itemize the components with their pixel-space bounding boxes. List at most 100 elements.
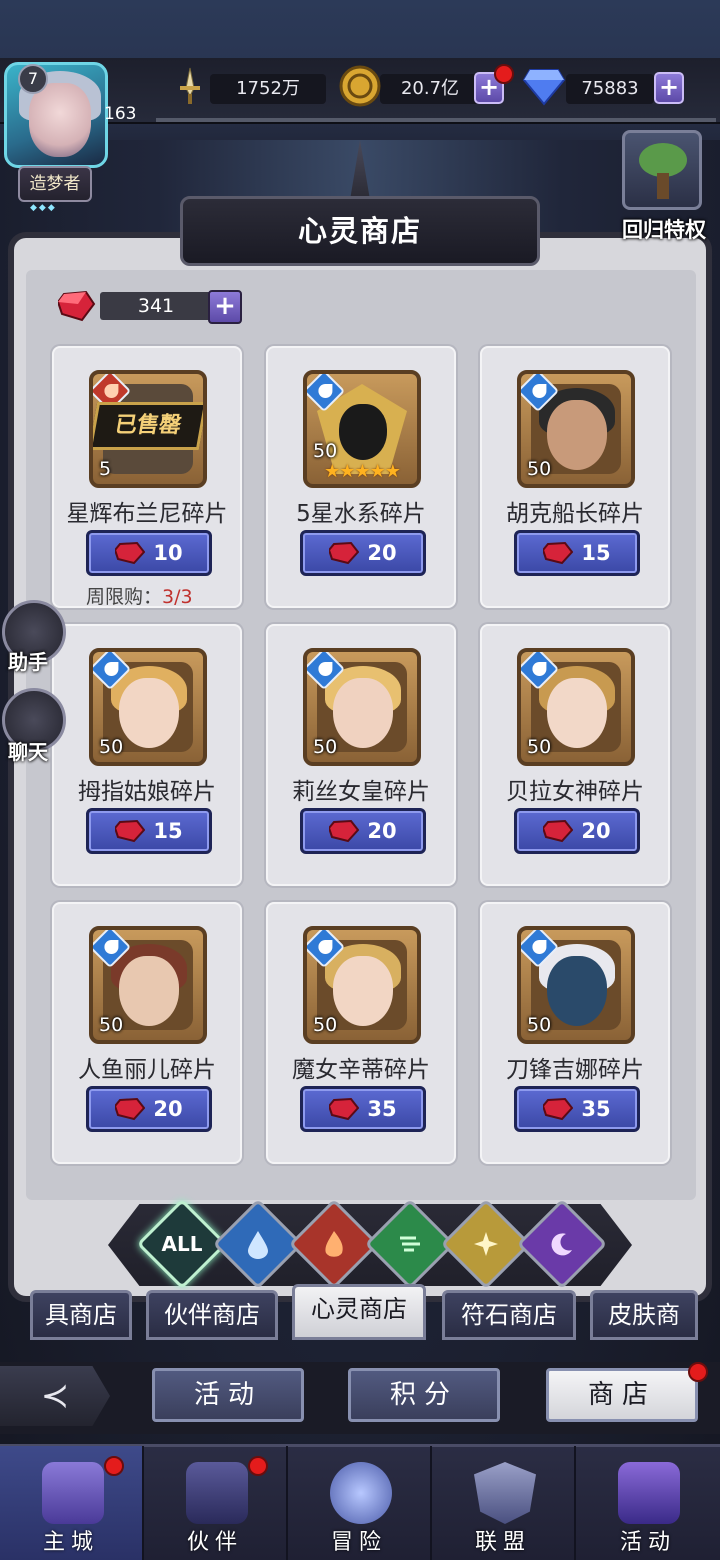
assistant-label: 助手 [8, 650, 48, 674]
item-icon: 50 [517, 926, 635, 1044]
back-arrow-icon[interactable]: ≺ [0, 1366, 110, 1426]
item-name: 贝拉女神碎片 [506, 779, 644, 805]
tab-item-shop[interactable]: 具商店 [30, 1290, 132, 1340]
item-count: 50 [313, 1014, 338, 1036]
item-count: 50 [99, 1014, 124, 1036]
item-price: 20 [367, 819, 397, 843]
add-diamond-button[interactable]: + [654, 72, 684, 104]
item-count: 50 [99, 736, 124, 758]
soul-gem-icon [329, 541, 360, 565]
shop-item-card[interactable]: 50 莉丝女皇碎片 20 [266, 624, 456, 886]
hero-portrait [119, 956, 179, 1026]
buy-button[interactable]: 20 [300, 808, 426, 854]
item-price: 10 [153, 541, 183, 565]
item-icon: 50 [303, 648, 421, 766]
buy-button[interactable]: 15 [86, 808, 212, 854]
item-price: 20 [153, 1097, 183, 1121]
item-count: 5 [99, 458, 112, 480]
return-privilege-label[interactable]: 回归特权 [612, 214, 716, 244]
limit-value: 3/3 [162, 586, 193, 608]
item-icon: 50 [89, 926, 207, 1044]
shop-item-card[interactable]: 50 胡克船长碎片 15 [480, 346, 670, 608]
nav-label: 联盟 [474, 1530, 531, 1555]
item-count: 50 [313, 736, 338, 758]
item-icon: 50 [517, 370, 635, 488]
nav-adventure[interactable]: 冒险 [288, 1446, 432, 1560]
hero-portrait [119, 678, 179, 748]
item-name: 刀锋吉娜碎片 [506, 1057, 644, 1083]
soul-gem-icon [115, 541, 146, 565]
cards-icon [618, 1462, 680, 1524]
item-price: 35 [367, 1097, 397, 1121]
shop-item-card[interactable]: 50 贝拉女神碎片 20 [480, 624, 670, 886]
buy-button[interactable]: 35 [300, 1086, 426, 1132]
player-sub-level: 163 [104, 104, 137, 124]
hooded-figure [339, 404, 387, 460]
nav-label: 伙伴 [186, 1530, 243, 1555]
shop-item-card[interactable]: 已售罄 5 星辉布兰尼碎片 10 周限购：3/3 [52, 346, 242, 608]
hero-portrait [547, 678, 607, 748]
item-price: 20 [581, 819, 611, 843]
chat-label: 聊天 [8, 740, 48, 764]
item-icon: 已售罄 5 [89, 370, 207, 488]
wizard-hat-icon [186, 1462, 248, 1524]
tab-partner-shop[interactable]: 伙伴商店 [146, 1290, 278, 1340]
tree-trunk [657, 173, 669, 199]
buy-button[interactable]: 15 [514, 530, 640, 576]
activity-button[interactable]: 活动 [152, 1368, 304, 1422]
castle-icon [42, 1462, 104, 1524]
tree-icon [639, 143, 687, 177]
item-name: 5星水系碎片 [296, 501, 426, 527]
nav-alliance[interactable]: 联盟 [432, 1446, 576, 1560]
gold-coin-icon [338, 64, 382, 108]
soul-gem-icon [329, 1097, 360, 1121]
title-stars: ◆◆◆ [30, 203, 57, 213]
shop-item-card[interactable]: 50 ★★★★★ 5星水系碎片 20 [266, 346, 456, 608]
item-price: 15 [581, 541, 611, 565]
item-price: 35 [581, 1097, 611, 1121]
filter-all-label: ALL [161, 1232, 203, 1256]
purchase-limit: 周限购：3/3 [86, 582, 193, 609]
item-price: 15 [153, 819, 183, 843]
shop-item-card[interactable]: 50 人鱼丽儿碎片 20 [52, 902, 242, 1164]
main-city-alert-dot [104, 1456, 124, 1476]
nav-label: 主城 [42, 1530, 99, 1555]
shop-button[interactable]: 商店 [546, 1368, 698, 1422]
buy-button[interactable]: 20 [514, 808, 640, 854]
tab-rune-shop[interactable]: 符石商店 [442, 1290, 576, 1340]
points-button[interactable]: 积分 [348, 1368, 500, 1422]
soul-gem-icon [543, 819, 574, 843]
buy-button[interactable]: 35 [514, 1086, 640, 1132]
gold-alert-dot [494, 64, 514, 84]
item-icon: 50 ★★★★★ [303, 370, 421, 488]
tab-soul-shop[interactable]: 心灵商店 [292, 1284, 426, 1340]
item-price: 20 [367, 541, 397, 565]
shop-title: 心灵商店 [180, 196, 540, 266]
diamond-value: 75883 [566, 74, 654, 104]
hero-portrait [333, 678, 393, 748]
buy-button[interactable]: 20 [300, 530, 426, 576]
partner-alert-dot [248, 1456, 268, 1476]
diamond-icon [522, 64, 566, 108]
shop-item-card[interactable]: 50 拇指姑娘碎片 15 [52, 624, 242, 886]
soul-gem-icon [115, 819, 146, 843]
item-name: 星辉布兰尼碎片 [66, 501, 228, 527]
tab-skin-shop[interactable]: 皮肤商 [590, 1290, 698, 1340]
item-count: 50 [527, 458, 552, 480]
soul-gem-icon [58, 289, 96, 323]
buy-button[interactable]: 20 [86, 1086, 212, 1132]
limit-label: 周限购： [86, 586, 163, 608]
add-soul-gem-button[interactable]: + [208, 290, 242, 324]
shop-alert-dot [688, 1362, 708, 1382]
return-privilege-icon[interactable] [622, 130, 702, 210]
player-title-badge[interactable]: 造梦者 [18, 166, 92, 202]
item-count: 50 [313, 440, 338, 462]
shop-item-card[interactable]: 50 刀锋吉娜碎片 35 [480, 902, 670, 1164]
item-name: 人鱼丽儿碎片 [78, 1057, 216, 1083]
buy-button[interactable]: 10 [86, 530, 212, 576]
item-name: 拇指姑娘碎片 [78, 779, 216, 805]
shop-item-card[interactable]: 50 魔女辛蒂碎片 35 [266, 902, 456, 1164]
shield-icon [474, 1462, 536, 1524]
nav-activity[interactable]: 活动 [576, 1446, 720, 1560]
avatar-face [29, 83, 91, 157]
